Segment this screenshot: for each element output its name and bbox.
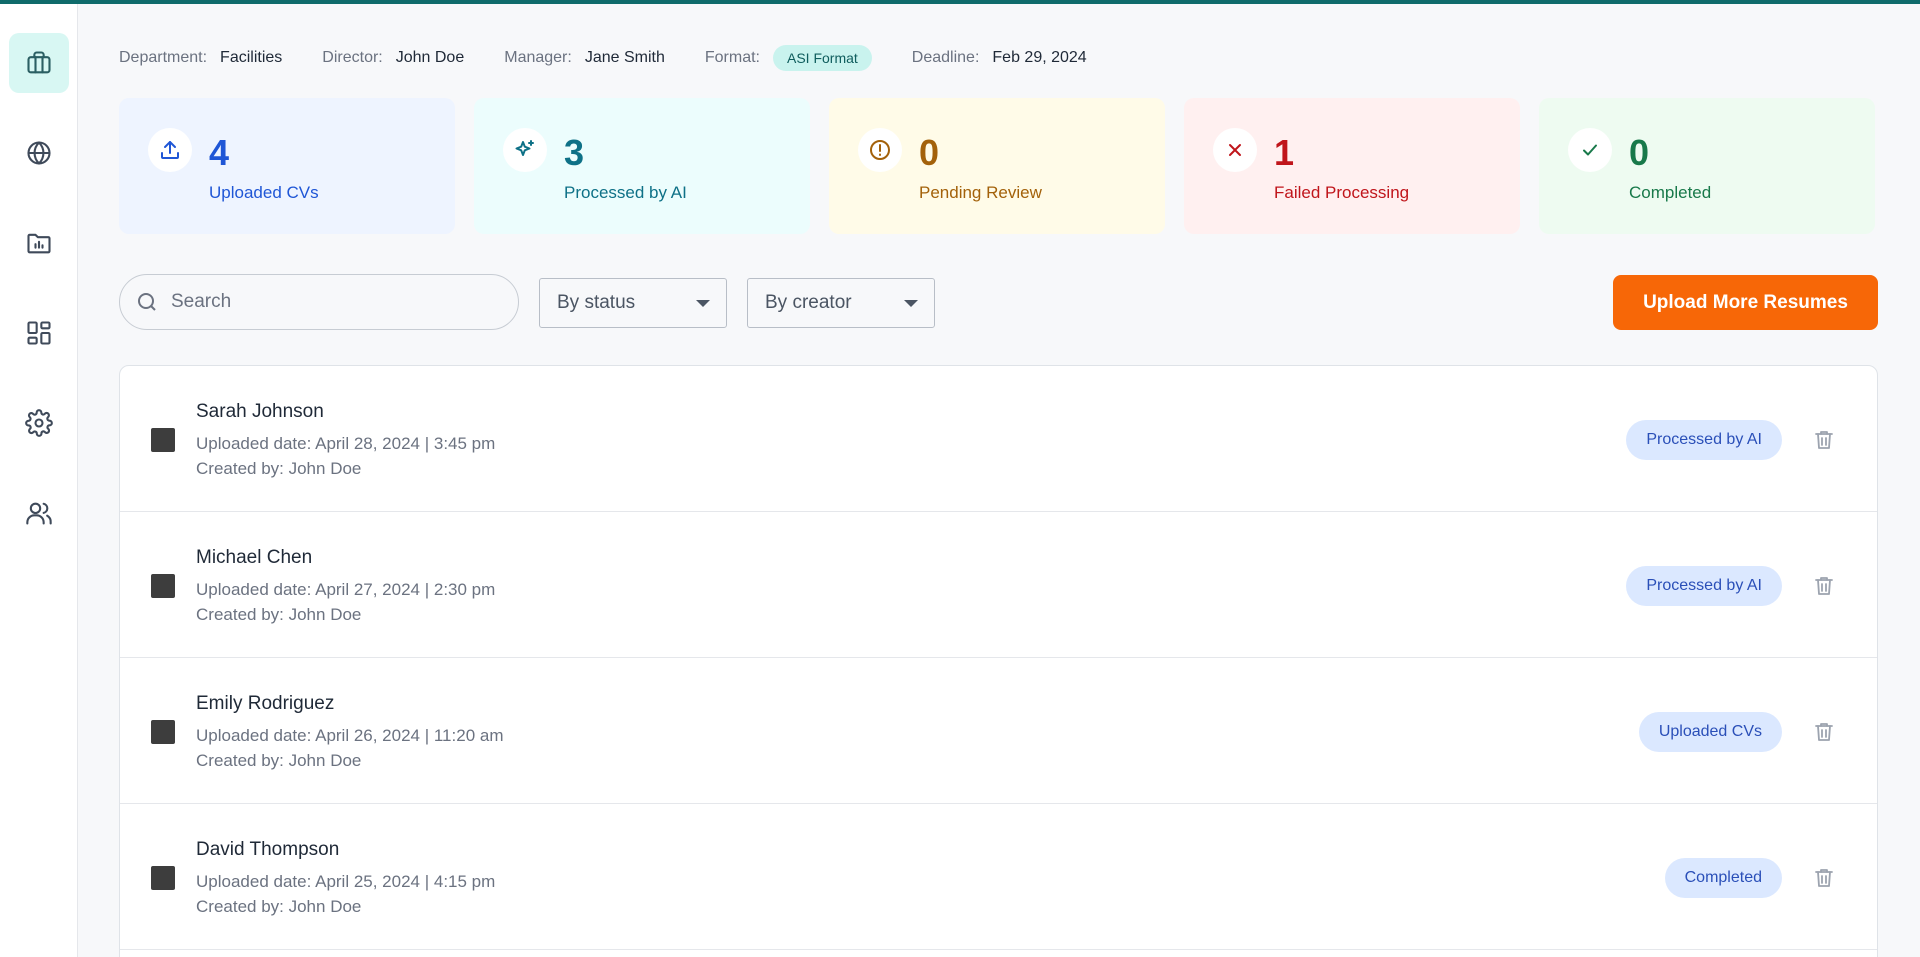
stat-label: Uploaded CVs [209,183,319,202]
row-checkbox[interactable] [151,428,175,452]
trash-icon [1815,869,1833,887]
main-content: Department: Facilities Director: John Do… [78,4,1920,957]
candidate-name: Michael Chen [196,547,313,568]
trash-icon [1815,723,1833,741]
row-checkbox[interactable] [151,720,175,744]
globe-icon [27,141,51,165]
uploaded-date: Uploaded date: April 28, 2024 | 3:45 pm [196,434,496,453]
delete-button[interactable] [1810,572,1838,600]
department-value: Facilities [220,49,283,66]
list-item[interactable]: Sarah Johnson Uploaded date: April 28, 2… [120,366,1877,512]
status-badge: Uploaded CVs [1638,712,1782,752]
sidebar-item-projects[interactable] [9,213,69,273]
stat-card-processed[interactable]: 3 Processed by AI [474,98,810,234]
upload-more-resumes-button[interactable]: Upload More Resumes [1613,275,1878,330]
created-by: Created by: John Doe [196,897,362,916]
stat-card-pending[interactable]: 0 Pending Review [829,98,1165,234]
sparkle-icon [515,140,534,156]
stat-count: 4 [209,132,230,173]
stat-card-completed[interactable]: 0 Completed [1539,98,1875,234]
search-icon [138,293,156,311]
stats-row: 4 Uploaded CVs 3 Processed by AI 0 Pendi… [119,98,1875,234]
format-label: Format: [704,49,760,66]
trash-icon [1815,577,1833,595]
stat-card-uploaded[interactable]: 4 Uploaded CVs [119,98,455,234]
status-select[interactable]: By status [539,278,727,328]
sidebar-item-globe[interactable] [9,123,69,183]
stat-count: 0 [1629,132,1650,173]
stat-card-failed[interactable]: 1 Failed Processing [1184,98,1520,234]
format-badge: ASI Format [773,45,872,71]
deadline-label: Deadline: [911,49,980,66]
gear-icon [25,409,53,437]
briefcase-icon [27,51,51,74]
dashboard-icon [27,321,51,345]
created-by: Created by: John Doe [196,605,362,624]
stat-count: 1 [1274,132,1295,173]
job-meta-bar: Department: Facilities Director: John Do… [119,45,1127,71]
uploaded-date: Uploaded date: April 27, 2024 | 2:30 pm [196,580,496,599]
delete-button[interactable] [1810,426,1838,454]
list-item[interactable]: Michael Chen Uploaded date: April 27, 20… [120,512,1877,658]
x-icon [1229,144,1241,156]
stat-label: Processed by AI [564,183,687,202]
stat-label: Failed Processing [1274,183,1410,202]
created-by: Created by: John Doe [196,751,362,770]
director-label: Director: [322,49,383,66]
status-badge: Completed [1664,858,1782,898]
creator-select[interactable]: By creator [747,278,935,328]
resume-list: Sarah Johnson Uploaded date: April 28, 2… [119,365,1878,957]
status-badge: Processed by AI [1626,420,1782,460]
users-icon [26,502,52,525]
search-box[interactable] [119,274,519,330]
manager-value: Jane Smith [584,49,665,66]
sidebar [0,4,78,957]
check-icon [1583,144,1597,156]
status-badge: Processed by AI [1626,566,1782,606]
department-label: Department: [119,49,208,66]
stat-count: 3 [564,132,585,173]
creator-select-value: By creator [765,292,852,313]
alert-circle-icon [870,140,890,160]
deadline-value: Feb 29, 2024 [992,49,1087,66]
candidate-name: Sarah Johnson [196,401,324,422]
candidate-name: Emily Rodriguez [196,693,335,714]
uploaded-date: Uploaded date: April 25, 2024 | 4:15 pm [196,872,496,891]
stat-count: 0 [919,132,940,173]
stat-label: Pending Review [919,183,1042,202]
manager-label: Manager: [504,49,572,66]
delete-button[interactable] [1810,864,1838,892]
sidebar-item-jobs[interactable] [9,33,69,93]
uploaded-date: Uploaded date: April 26, 2024 | 11:20 am [196,726,504,745]
status-select-value: By status [557,292,636,313]
trash-icon [1815,431,1833,449]
stat-label: Completed [1629,183,1712,202]
delete-button[interactable] [1810,718,1838,746]
chevron-down-icon [904,300,918,307]
candidate-name: David Thompson [196,839,340,860]
sidebar-item-settings[interactable] [9,393,69,453]
director-value: John Doe [395,49,465,66]
sidebar-item-dashboard[interactable] [9,303,69,363]
search-input[interactable] [171,291,491,313]
list-item[interactable]: Emily Rodriguez Uploaded date: April 26,… [120,658,1877,804]
folder-chart-icon [27,233,51,254]
chevron-down-icon [696,300,710,307]
created-by: Created by: John Doe [196,459,362,478]
row-checkbox[interactable] [151,574,175,598]
upload-icon [161,141,179,159]
sidebar-item-users[interactable] [9,483,69,543]
list-item[interactable]: David Thompson Uploaded date: April 25, … [120,804,1877,950]
row-checkbox[interactable] [151,866,175,890]
